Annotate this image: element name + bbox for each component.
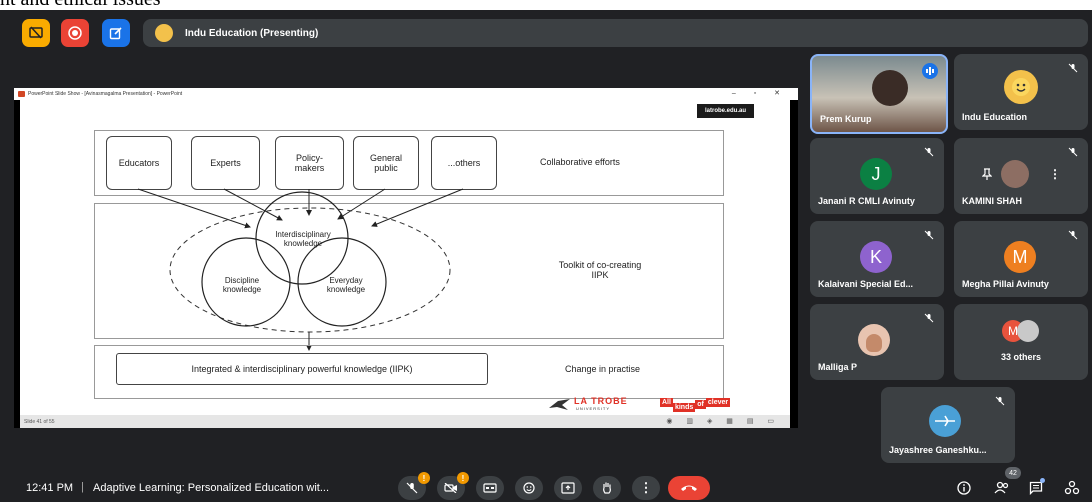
mic-warning-badge: ! xyxy=(418,472,430,484)
mic-off-icon xyxy=(1068,63,1078,73)
avatar: J xyxy=(860,158,892,190)
speaking-indicator-icon xyxy=(922,63,938,79)
captions-icon xyxy=(483,483,497,493)
mic-off-icon xyxy=(1068,230,1078,240)
call-end-icon xyxy=(681,485,697,491)
present-button[interactable] xyxy=(554,476,582,500)
participant-tile-others[interactable]: M 33 others xyxy=(954,304,1088,380)
hand-icon xyxy=(603,482,611,494)
venn-discipline: Discipline knowledge xyxy=(222,276,262,294)
participant-name: KAMINI SHAH xyxy=(962,196,1022,206)
presentation-stage: PowerPoint Slide Show - [Avinasmagalma P… xyxy=(14,88,798,428)
top-caption-strip: nt and ethical issues xyxy=(0,0,1092,10)
ppt-titlebar: PowerPoint Slide Show - [Avinasmagalma P… xyxy=(14,88,798,100)
presenting-label: Indu Education (Presenting) xyxy=(185,27,319,39)
people-count-badge: 42 xyxy=(1005,467,1021,479)
meeting-title: Adaptive Learning: Personalized Educatio… xyxy=(93,482,330,494)
participant-name: Prem Kurup xyxy=(820,114,872,124)
ppt-window-title: PowerPoint Slide Show - [Avinasmagalma P… xyxy=(28,91,183,97)
mic-off-icon xyxy=(924,313,934,323)
camera-warning-badge: ! xyxy=(457,472,469,484)
avatar xyxy=(1001,160,1029,188)
participant-tile-jayashree[interactable]: Jayashree Ganeshku... xyxy=(881,387,1015,463)
mic-off-icon xyxy=(1068,147,1078,157)
meeting-details-icon[interactable] xyxy=(957,481,971,495)
edit-button[interactable] xyxy=(102,19,130,47)
window-controls: – ▫ ✕ xyxy=(731,90,788,97)
venn-everyday: Everyday knowledge xyxy=(326,276,366,294)
chat-unread-dot xyxy=(1040,478,1045,483)
avatar-secondary xyxy=(1017,320,1039,342)
participant-tile-janani[interactable]: J Janani R CMLI Avinuty xyxy=(810,138,944,214)
people-icon[interactable] xyxy=(994,481,1010,495)
top-caption: nt and ethical issues xyxy=(0,0,161,10)
meeting-time: 12:41 PM xyxy=(26,482,74,494)
powerpoint-icon xyxy=(18,91,25,97)
label-change: Change in practise xyxy=(565,364,641,374)
participant-name: Kalaivani Special Ed... xyxy=(818,279,914,289)
others-count: 33 others xyxy=(1000,352,1042,362)
latrobe-name: LA TROBE xyxy=(574,396,628,406)
iipk-box: Integrated & interdisciplinary powerful … xyxy=(116,353,488,385)
tagline-3: of xyxy=(695,400,706,409)
emoji-icon xyxy=(523,482,535,494)
avatar xyxy=(929,405,961,437)
slide-counter: Slide 41 of 55 xyxy=(24,419,55,425)
present-icon xyxy=(561,482,575,494)
mic-off-icon xyxy=(924,230,934,240)
avatar: K xyxy=(860,241,892,273)
participant-name: Jayashree Ganeshku... xyxy=(889,445,987,455)
participant-tile-megha[interactable]: M Megha Pillai Avinuty xyxy=(954,221,1088,297)
ppt-statusbar: Slide 41 of 55 ◉ ▥ ◈ ▦ ▤ ▭ xyxy=(20,415,790,428)
tagline-4: clever xyxy=(705,398,731,407)
participant-tile-malliga[interactable]: Malliga P xyxy=(810,304,944,380)
chat-icon[interactable] xyxy=(1029,481,1043,495)
label-toolkit: Toolkit of co-creating IIPK xyxy=(558,260,642,280)
leave-call-button[interactable] xyxy=(668,476,710,500)
raise-hand-button[interactable] xyxy=(593,476,621,500)
more-options-button[interactable]: ⋮ xyxy=(632,476,660,500)
presenter-toggle-button[interactable] xyxy=(22,19,50,47)
avatar xyxy=(858,324,890,356)
presenting-banner: Indu Education (Presenting) xyxy=(143,19,1088,47)
venn-interdisciplinary: Interdisciplinary knowledge xyxy=(275,230,331,248)
latrobe-bird-icon xyxy=(549,399,570,410)
more-vert-icon: ⋮ xyxy=(639,480,653,495)
participant-name: Janani R CMLI Avinuty xyxy=(818,196,915,206)
separator: | xyxy=(81,481,84,493)
avatar: M xyxy=(1004,241,1036,273)
airplane-icon xyxy=(935,415,955,427)
mic-off-icon xyxy=(924,147,934,157)
participant-tile-indu[interactable]: Indu Education xyxy=(954,54,1088,130)
tagline-2: kinds xyxy=(672,403,696,412)
participant-tile-kalaivani[interactable]: K Kalaivani Special Ed... xyxy=(810,221,944,297)
camera-off-icon xyxy=(444,483,457,493)
participant-tile-prem[interactable]: Prem Kurup xyxy=(810,54,948,134)
captions-button[interactable] xyxy=(476,476,504,500)
participant-video xyxy=(872,70,908,106)
present-off-icon xyxy=(29,26,43,39)
participant-name: Megha Pillai Avinuty xyxy=(962,279,1049,289)
avatar xyxy=(1004,70,1038,104)
latrobe-sub: UNIVERSITY xyxy=(576,406,611,411)
slide: latrobe.edu.au Educators Experts Policy-… xyxy=(20,100,790,415)
participant-tile-kamini[interactable]: ⋮ KAMINI SHAH xyxy=(954,138,1088,214)
mic-off-icon xyxy=(406,482,418,494)
record-button[interactable] xyxy=(61,19,89,47)
tagline-1: All xyxy=(660,398,673,407)
participant-name: Malliga P xyxy=(818,362,858,372)
participant-name: Indu Education xyxy=(962,112,1027,122)
mic-off-icon xyxy=(995,396,1005,406)
reactions-button[interactable] xyxy=(515,476,543,500)
pin-icon[interactable] xyxy=(982,168,992,180)
activities-icon[interactable] xyxy=(1064,480,1080,496)
tagline-logo: All kinds of clever xyxy=(660,398,731,412)
presenter-avatar xyxy=(155,24,173,42)
record-icon xyxy=(68,26,82,40)
edit-icon xyxy=(109,27,122,40)
view-controls[interactable]: ◉ ▥ ◈ ▦ ▤ ▭ xyxy=(666,417,780,425)
smiley-icon xyxy=(1012,78,1030,96)
more-options-icon[interactable]: ⋮ xyxy=(1049,167,1061,181)
